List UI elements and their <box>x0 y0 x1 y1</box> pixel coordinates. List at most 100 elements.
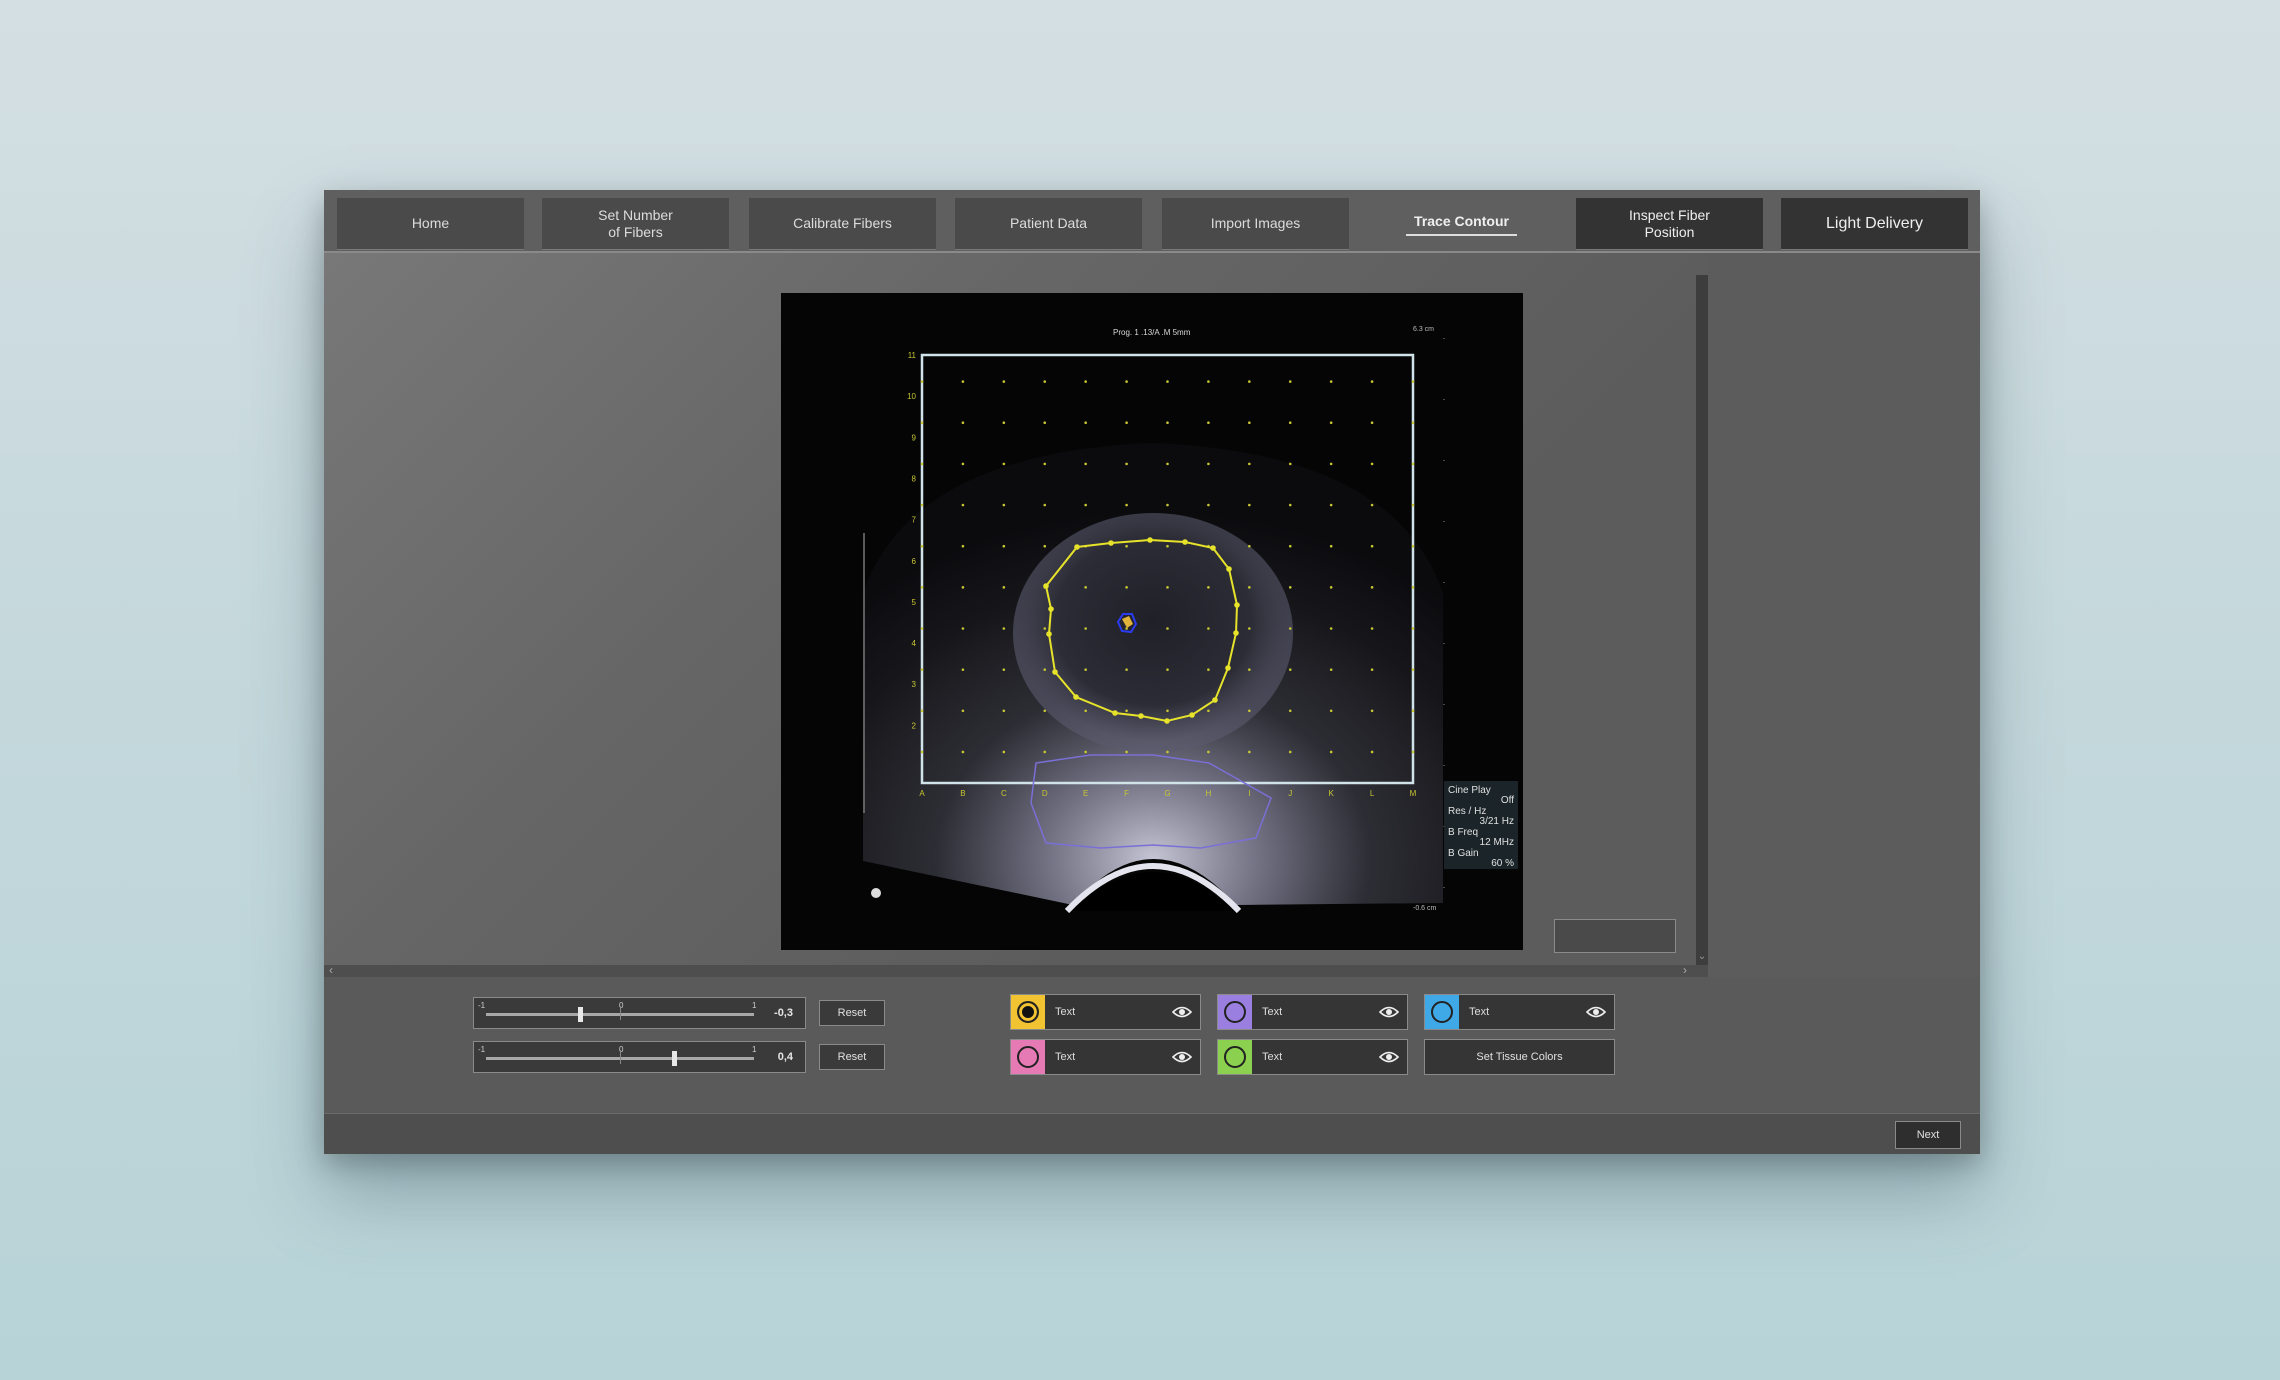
grid-dot <box>920 586 924 589</box>
eye-icon[interactable] <box>1379 1050 1399 1064</box>
tab-set-number-of-fibers[interactable]: Set Number of Fibers <box>542 198 729 250</box>
tissue-color-swatch[interactable] <box>1425 995 1459 1029</box>
svg-text:B Gain: B Gain <box>1448 848 1479 859</box>
brightness-slider[interactable]: -1 0 1 0,4 <box>473 1041 806 1073</box>
scroll-left-arrow-icon[interactable]: ‹ <box>329 963 333 977</box>
contour-point[interactable] <box>1046 631 1052 637</box>
grid-dot <box>1002 627 1006 630</box>
contour-point[interactable] <box>1210 545 1216 551</box>
tissue-color-swatch[interactable] <box>1218 1040 1252 1074</box>
tissue-item-2[interactable]: Text <box>1217 994 1408 1030</box>
tab-light-delivery[interactable]: Light Delivery <box>1781 198 1968 250</box>
slider-value: -0,3 <box>774 1007 793 1019</box>
scroll-down-arrow-icon[interactable]: ⌄ <box>1696 951 1708 965</box>
tissue-color-swatch[interactable] <box>1011 1040 1045 1074</box>
eye-icon[interactable] <box>1586 1005 1606 1019</box>
tissue-label: Text <box>1262 1051 1283 1063</box>
eye-icon[interactable] <box>1172 1050 1192 1064</box>
eye-icon[interactable] <box>1379 1005 1399 1019</box>
reset-button-1[interactable]: Reset <box>819 1000 885 1026</box>
contour-point[interactable] <box>1074 544 1080 550</box>
grid-dot <box>1125 668 1128 671</box>
scroll-right-arrow-icon[interactable]: › <box>1683 963 1687 977</box>
grid-dot <box>1207 586 1210 589</box>
tab-patient-data[interactable]: Patient Data <box>955 198 1142 250</box>
slider-max-label: 1 <box>752 1045 757 1054</box>
grid-dot <box>961 627 965 630</box>
contour-point[interactable] <box>1234 602 1240 608</box>
tab-trace-contour[interactable]: Trace Contour <box>1368 198 1555 250</box>
grid-dot <box>1329 462 1333 466</box>
grid-dot <box>1411 750 1415 754</box>
grid-dot <box>1248 380 1251 383</box>
grid-dot <box>920 421 924 425</box>
grid-dot <box>961 709 965 713</box>
contour-point[interactable] <box>1147 537 1153 543</box>
grid-dot <box>1166 421 1169 425</box>
contour-point[interactable] <box>1073 694 1079 700</box>
tab-trace-contour-label: Trace Contour <box>1406 213 1517 236</box>
contour-point[interactable] <box>1043 583 1049 589</box>
contrast-slider[interactable]: -1 0 1 -0,3 <box>473 997 806 1029</box>
grid-dot <box>1084 462 1087 466</box>
slider-thumb[interactable] <box>577 1007 583 1022</box>
tissue-color-swatch[interactable] <box>1011 995 1045 1029</box>
grid-dot <box>1288 421 1292 425</box>
eye-icon[interactable] <box>1172 1005 1192 1019</box>
reset-button-2[interactable]: Reset <box>819 1044 885 1070</box>
tissue-item-1[interactable]: Text <box>1010 994 1201 1030</box>
tab-import-images[interactable]: Import Images <box>1162 198 1349 250</box>
grid-dot <box>920 750 924 754</box>
tissue-color-swatch[interactable] <box>1218 995 1252 1029</box>
grid-dot <box>1329 586 1333 589</box>
set-tissue-colors-button[interactable]: Set Tissue Colors <box>1424 1039 1615 1075</box>
contour-point[interactable] <box>1226 566 1232 572</box>
grid-dot <box>920 544 924 548</box>
grid-dot <box>1043 380 1047 383</box>
tab-calibrate-fibers[interactable]: Calibrate Fibers <box>749 198 936 250</box>
next-button[interactable]: Next <box>1895 1121 1961 1149</box>
grid-dot <box>1084 380 1087 383</box>
grid-row-label: 3 <box>912 680 917 689</box>
grid-col-label: F <box>1124 789 1129 798</box>
tissue-item-3[interactable]: Text <box>1424 994 1615 1030</box>
grid-dot <box>920 462 924 466</box>
slider-min-label: -1 <box>478 1001 486 1010</box>
tissue-item-4[interactable]: Text <box>1010 1039 1201 1075</box>
vertical-scrollbar[interactable]: ⌄ <box>1696 275 1708 965</box>
slider-min-label: -1 <box>478 1045 486 1054</box>
ultrasound-image[interactable]: 11 10 9 8 7 6 5 4 3 2 A B C D E F G H I J K L M Prog. 1 .13/A… <box>781 293 1523 950</box>
contour-point[interactable] <box>1052 669 1058 675</box>
grid-dot <box>1370 503 1374 507</box>
contour-point[interactable] <box>1225 665 1231 671</box>
tab-inspect-fiber-position[interactable]: Inspect Fiber Position <box>1576 198 1763 250</box>
contour-point[interactable] <box>1048 606 1054 612</box>
grid-dot <box>961 586 965 589</box>
grid-dot <box>1125 462 1128 466</box>
vertical-scroll-thumb[interactable] <box>1696 275 1708 965</box>
contour-point[interactable] <box>1189 712 1195 718</box>
contour-point[interactable] <box>1138 713 1144 719</box>
grid-dot <box>1411 462 1415 466</box>
horizontal-scrollbar[interactable]: ‹ › <box>324 963 1708 977</box>
grid-dot <box>1288 750 1292 754</box>
grid-dot <box>1329 503 1333 507</box>
tissue-item-5[interactable]: Text <box>1217 1039 1408 1075</box>
grid-dot <box>1002 462 1006 466</box>
contour-point[interactable] <box>1164 718 1170 724</box>
contour-point[interactable] <box>1108 540 1114 546</box>
ultrasound-viewer[interactable]: 11 10 9 8 7 6 5 4 3 2 A B C D E F G H I J K L M Prog. 1 .13/A… <box>781 293 1523 950</box>
grid-row-label: 8 <box>912 474 917 483</box>
contour-point[interactable] <box>1212 697 1218 703</box>
grid-dot <box>1411 421 1415 425</box>
contour-point[interactable] <box>1233 630 1239 636</box>
slider-thumb[interactable] <box>671 1051 677 1066</box>
contour-point[interactable] <box>1112 710 1118 716</box>
grid-col-label: G <box>1164 789 1170 798</box>
grid-dot <box>1125 544 1128 548</box>
tab-home[interactable]: Home <box>337 198 524 250</box>
contour-point[interactable] <box>1182 539 1188 545</box>
svg-text:60 %: 60 % <box>1491 858 1514 869</box>
slider-max-label: 1 <box>752 1001 757 1010</box>
grid-dot <box>961 544 965 548</box>
